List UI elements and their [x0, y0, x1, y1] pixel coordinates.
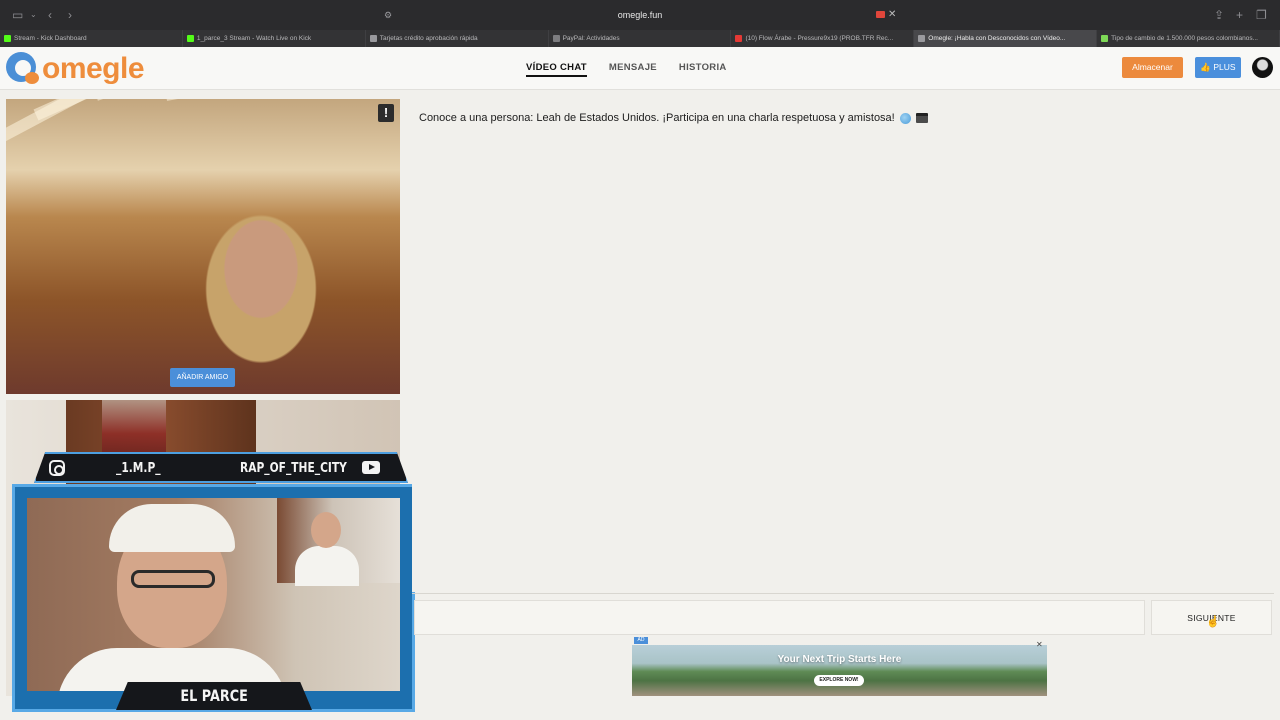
- forward-icon[interactable]: ›: [68, 8, 72, 22]
- new-tab-icon[interactable]: +: [1236, 8, 1243, 22]
- plus-button[interactable]: 👍 PLUS: [1195, 57, 1241, 78]
- site-header: omegle VÍDEO CHAT MENSAJE HISTORIA Almac…: [0, 47, 1280, 90]
- ad-close-icon[interactable]: ✕: [1036, 641, 1044, 649]
- main-nav: VÍDEO CHAT MENSAJE HISTORIA: [526, 61, 727, 77]
- report-icon[interactable]: !: [378, 104, 394, 122]
- ad-explore-button[interactable]: EXPLORE NOW!: [814, 675, 864, 686]
- tab-favicon-icon: [186, 35, 194, 42]
- chat-divider: [412, 593, 1274, 594]
- logo-mark-icon: [6, 52, 40, 86]
- browser-tab-label: PayPal: Actividades: [562, 35, 620, 42]
- stranger-video: [6, 99, 400, 394]
- add-friend-button[interactable]: AÑADIR AMIGO: [170, 368, 235, 387]
- ad-badge: AD: [634, 637, 648, 644]
- share-icon[interactable]: ⇪: [1214, 8, 1224, 22]
- tab-favicon-icon: [918, 35, 926, 42]
- streamer-name: EL PARCE: [180, 686, 248, 705]
- browser-tab-label: Omegle: ¡Habla con Desconocidos con Víde…: [928, 35, 1066, 42]
- tab-favicon-icon: [369, 35, 377, 42]
- system-message-text: Conoce a una persona: Leah de Estados Un…: [419, 112, 895, 124]
- nav-history[interactable]: HISTORIA: [679, 61, 727, 77]
- ad-banner[interactable]: Your Next Trip Starts Here EXPLORE NOW!: [632, 645, 1047, 696]
- address-text: omegle.fun: [617, 10, 663, 20]
- tab-favicon-icon: [552, 35, 560, 42]
- picture-in-picture: [277, 498, 400, 586]
- close-icon[interactable]: ✕: [888, 6, 896, 24]
- address-bar[interactable]: ⚙ omegle.fun ✕: [380, 6, 900, 24]
- social-bar: _1.M.P_ RAP_OF_THE_CITY: [34, 452, 408, 483]
- browser-tab[interactable]: Omegle: ¡Habla con Desconocidos con Víde…: [914, 30, 1098, 47]
- camera-recording-icon[interactable]: [876, 11, 885, 18]
- globe-icon: [899, 112, 911, 124]
- browser-tab[interactable]: Stream - Kick Dashboard: [0, 30, 183, 47]
- browser-tab-strip: Stream - Kick Dashboard 1_parce_3 Stream …: [0, 30, 1280, 47]
- system-message: Conoce a una persona: Leah de Estados Un…: [419, 111, 928, 125]
- streamer-overlay: _1.M.P_ RAP_OF_THE_CITY EL PARCE: [12, 450, 415, 712]
- browser-tab[interactable]: Tipo de cambio de 1.500.000 pesos colomb…: [1097, 30, 1280, 47]
- browser-toolbar: ▭ ⌄ ‹ › ⚙ omegle.fun ✕ ⇪ + ❐: [0, 0, 1280, 30]
- instagram-icon: [49, 460, 65, 476]
- chat-input[interactable]: [414, 600, 1145, 635]
- browser-tab[interactable]: (10) Flow Árabe - Pressure9x19 (PROB.TFR…: [731, 30, 915, 47]
- plus-label: PLUS: [1213, 62, 1236, 72]
- youtube-icon: [362, 461, 380, 474]
- youtube-handle: RAP_OF_THE_CITY: [240, 461, 347, 476]
- background-poster: [102, 400, 166, 456]
- streamer-name-plate: EL PARCE: [116, 682, 312, 710]
- nav-message[interactable]: MENSAJE: [609, 61, 657, 77]
- browser-tab[interactable]: 1_parce_3 Stream - Watch Live on Kick: [183, 30, 366, 47]
- tab-favicon-icon: [735, 35, 743, 42]
- thumbs-up-icon: 👍: [1200, 62, 1214, 72]
- browser-tab-label: 1_parce_3 Stream - Watch Live on Kick: [196, 35, 312, 42]
- instagram-handle: _1.M.P_: [116, 461, 161, 476]
- browser-tab-label: (10) Flow Árabe - Pressure9x19 (PROB.TFR…: [745, 35, 894, 42]
- tab-favicon-icon: [4, 35, 11, 42]
- store-button[interactable]: Almacenar: [1122, 57, 1183, 78]
- logo-text: omegle: [42, 52, 145, 85]
- tab-favicon-icon: [1101, 35, 1109, 42]
- chat-log: Conoce a una persona: Leah de Estados Un…: [412, 99, 1274, 592]
- chevron-down-icon[interactable]: ⌄: [30, 8, 37, 22]
- browser-tab[interactable]: PayPal: Actividades: [549, 30, 732, 47]
- avatar[interactable]: [1252, 57, 1273, 78]
- omegle-logo[interactable]: omegle: [6, 52, 145, 86]
- hand-cursor-icon: ☝: [1206, 616, 1220, 628]
- tab-overview-icon[interactable]: ❐: [1256, 8, 1267, 22]
- browser-tab-label: Tipo de cambio de 1.500.000 pesos colomb…: [1111, 35, 1258, 42]
- webcam-frame: [12, 484, 415, 712]
- ad-headline: Your Next Trip Starts Here: [777, 654, 902, 665]
- sidebar-toggle-icon[interactable]: ▭: [12, 8, 23, 22]
- nav-video-chat[interactable]: VÍDEO CHAT: [526, 61, 587, 77]
- back-icon[interactable]: ‹: [48, 8, 52, 22]
- clapperboard-icon: [915, 113, 928, 124]
- site-settings-icon[interactable]: ⚙: [384, 6, 392, 24]
- browser-tab-label: Stream - Kick Dashboard: [14, 35, 87, 42]
- browser-tab[interactable]: Tarjetas crédito aprobación rápida: [366, 30, 549, 47]
- browser-tab-label: Tarjetas crédito aprobación rápida: [379, 35, 478, 42]
- streamer-webcam: [27, 498, 400, 691]
